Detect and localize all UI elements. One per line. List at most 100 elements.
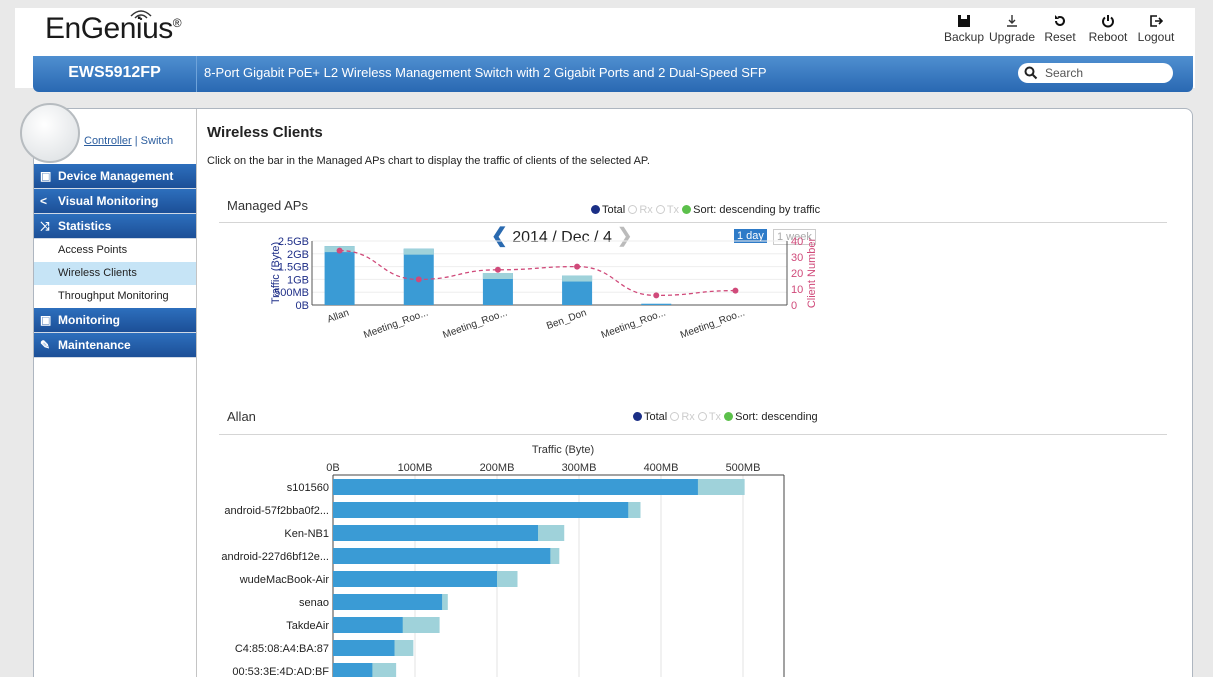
model-name: EWS5912FP: [33, 56, 197, 92]
controller-link[interactable]: Controller: [84, 135, 132, 147]
client-label: TakdeAir: [286, 620, 329, 632]
allan-label: Allan: [227, 409, 256, 424]
legend-total[interactable]: Total: [591, 204, 625, 216]
legend-rx[interactable]: Rx: [628, 204, 653, 216]
menu-access-points[interactable]: Access Points: [34, 239, 196, 262]
client-label: wudeMacBook-Air: [239, 574, 330, 586]
logout-icon: [1150, 15, 1163, 27]
client-label: s101560: [287, 482, 329, 494]
bar: [333, 663, 373, 677]
share-icon: <: [40, 194, 48, 208]
reboot-button[interactable]: Reboot: [1084, 14, 1132, 44]
device-image: [20, 103, 80, 163]
search-box[interactable]: Search: [1018, 63, 1173, 83]
bar: [333, 640, 395, 656]
y2-tick-label: 0: [791, 300, 797, 312]
bar: [324, 246, 355, 305]
search-placeholder[interactable]: Search: [1045, 66, 1083, 80]
page-subtitle: Click on the bar in the Managed APs char…: [207, 155, 650, 167]
bar: [333, 571, 497, 587]
menu-wireless-clients[interactable]: Wireless Clients: [34, 262, 196, 285]
bar: [333, 525, 538, 541]
monitor-icon: ▣: [40, 313, 52, 327]
y-tick-label: 1.5GB: [278, 262, 309, 274]
client-number-point: [494, 266, 501, 273]
sidebar: Controller | Switch ▣ Device Management <…: [20, 103, 197, 677]
legend-rx-2[interactable]: Rx: [670, 411, 695, 423]
client-label: Ken-NB1: [284, 528, 329, 540]
x-axis-label: Traffic (Byte): [532, 444, 594, 456]
x-tick-label: Meeting_Roo...: [441, 307, 508, 341]
bar-cap: [482, 273, 513, 279]
search-icon: [1024, 66, 1038, 80]
y-tick-label: 2GB: [287, 249, 309, 261]
engenius-logo: EnGenius®: [45, 12, 182, 45]
logout-button[interactable]: Logout: [1132, 14, 1180, 44]
wrench-icon: ✎: [40, 338, 51, 352]
legend-tx-2[interactable]: Tx: [697, 411, 721, 423]
legend-tx[interactable]: Tx: [655, 204, 679, 216]
y-tick-label: 1GB: [287, 274, 309, 286]
y2-tick-label: 10: [791, 284, 803, 296]
sidebar-menu: ▣ Device Management < Visual Monitoring ⤨ S…: [34, 164, 196, 358]
save-icon: [958, 15, 970, 27]
download-icon: [1007, 15, 1017, 27]
menu-monitoring[interactable]: ▣ Monitoring: [34, 308, 196, 333]
y2-tick-label: 40: [791, 237, 803, 248]
menu-statistics[interactable]: ⤨ Statistics: [34, 214, 196, 239]
client-number-point: [732, 287, 739, 294]
y-axis-label: Traffic (Byte): [270, 242, 282, 304]
y-tick-label: 2.5GB: [278, 237, 309, 248]
wifi-logo-icon: [130, 10, 152, 20]
menu-maintenance[interactable]: ✎ Maintenance: [34, 333, 196, 358]
x-tick-label: Allan: [326, 307, 351, 325]
client-label: 00:53:3E:4D:AD:BF: [232, 666, 329, 677]
x-tick-label: Meeting_Roo...: [679, 307, 746, 341]
bar: [333, 479, 698, 495]
content-panel: Controller | Switch ▣ Device Management <…: [20, 103, 1193, 677]
shuffle-icon: ⤨: [40, 219, 50, 233]
title-bar: EWS5912FP 8-Port Gigabit PoE+ L2 Wireles…: [33, 56, 1193, 92]
client-number-point: [574, 263, 581, 270]
x-tick-label: 500MB: [726, 462, 761, 474]
client-label: android-227d6bf12e...: [221, 551, 329, 563]
managed-aps-chart: 2.5GB2GB1.5GB1GB500MB0B403020100Traffic …: [270, 237, 818, 341]
power-icon: [1102, 15, 1114, 28]
x-tick-label: Meeting_Roo...: [362, 307, 429, 341]
client-label: android-57f2bba0f2...: [224, 505, 329, 517]
client-label: senao: [299, 597, 329, 609]
x-tick-label: 400MB: [644, 462, 679, 474]
client-label: C4:85:08:A4:BA:87: [235, 643, 329, 655]
legend-sort-2[interactable]: Sort: descending: [724, 411, 818, 423]
toolbar: Backup Upgrade Reset Reboot Logout: [940, 14, 1180, 44]
upgrade-button[interactable]: Upgrade: [988, 14, 1036, 44]
divider: [219, 222, 1167, 223]
client-number-point: [336, 247, 343, 254]
y2-tick-label: 30: [791, 252, 803, 264]
menu-visual-monitoring[interactable]: < Visual Monitoring: [34, 189, 196, 214]
legend-total-2[interactable]: Total: [633, 411, 667, 423]
client-traffic-chart: Traffic (Byte) 0B 100MB 200MB 300MB 400MB 500M…: [221, 444, 785, 677]
allan-legend: Total Rx Tx Sort: descending: [633, 411, 818, 423]
model-description: 8-Port Gigabit PoE+ L2 Wireless Manageme…: [204, 65, 767, 80]
divider-2: [219, 434, 1167, 435]
x-tick-label: 100MB: [398, 462, 433, 474]
bar: [333, 548, 551, 564]
menu-throughput-monitoring[interactable]: Throughput Monitoring: [34, 285, 196, 308]
bar: [333, 617, 403, 633]
x-tick-label: 200MB: [480, 462, 515, 474]
backup-button[interactable]: Backup: [940, 14, 988, 44]
x-tick-label: 0B: [326, 462, 339, 474]
reset-icon: [1055, 15, 1065, 26]
x-tick-label: 300MB: [562, 462, 597, 474]
menu-device-management[interactable]: ▣ Device Management: [34, 164, 196, 189]
bar-cap: [403, 248, 434, 255]
x-tick-label: Meeting_Roo...: [600, 307, 667, 341]
mode-switch: Controller | Switch: [84, 135, 174, 147]
bar: [641, 303, 672, 305]
reset-button[interactable]: Reset: [1036, 14, 1084, 44]
switch-link[interactable]: Switch: [141, 135, 173, 147]
client-number-line: [339, 249, 736, 297]
legend-sort[interactable]: Sort: descending by traffic: [682, 204, 820, 216]
bar: [333, 502, 629, 518]
